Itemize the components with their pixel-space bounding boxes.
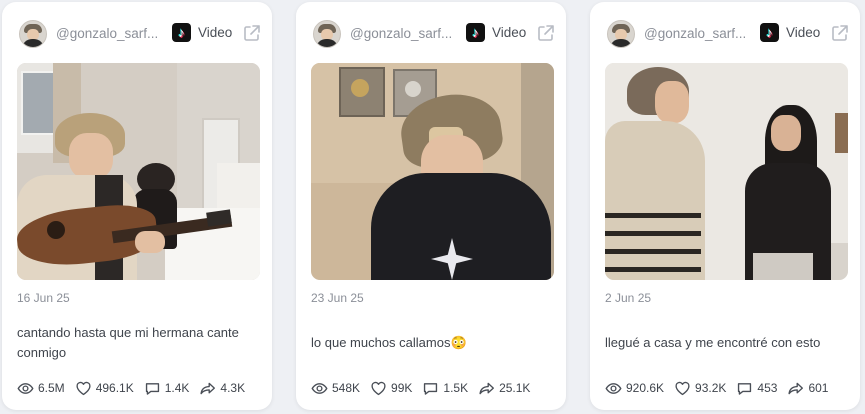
- likes-count: 496.1K: [95, 381, 134, 395]
- likes-stat: 99K: [370, 380, 412, 397]
- eye-icon: [605, 382, 622, 394]
- tiktok-icon: ♪: [172, 23, 191, 42]
- views-stat: 6.5M: [17, 380, 65, 397]
- views-count: 6.5M: [38, 381, 65, 395]
- avatar[interactable]: [313, 20, 341, 48]
- comments-count: 453: [757, 381, 778, 395]
- likes-count: 99K: [391, 381, 413, 395]
- avatar[interactable]: [607, 20, 635, 48]
- comments-stat: 1.4K: [144, 380, 190, 397]
- comments-stat: 1.5K: [422, 380, 468, 397]
- share-icon: [479, 382, 495, 394]
- video-thumbnail[interactable]: [605, 63, 848, 280]
- shares-stat: 25.1K: [478, 380, 530, 397]
- heart-icon: [76, 381, 91, 395]
- card-header: @gonzalo_sarf... ♪ Video: [312, 18, 554, 52]
- engagement-stats: 548K 99K 1.5K 25.1K: [311, 378, 540, 398]
- comments-count: 1.4K: [164, 381, 190, 395]
- tiktok-icon: ♪: [466, 23, 485, 42]
- post-date: 23 Jun 25: [311, 291, 364, 305]
- comments-count: 1.5K: [443, 381, 469, 395]
- shares-stat: 601: [787, 380, 828, 397]
- username-link[interactable]: @gonzalo_sarf...: [644, 26, 752, 41]
- external-link-icon[interactable]: [830, 23, 850, 43]
- shares-stat: 4.3K: [199, 380, 245, 397]
- engagement-stats: 920.6K 93.2K 453 601: [605, 378, 838, 398]
- heart-icon: [675, 381, 690, 395]
- video-type-label: Video: [198, 25, 233, 40]
- tiktok-icon: ♪: [760, 23, 779, 42]
- shares-count: 25.1K: [499, 381, 531, 395]
- eye-icon: [17, 382, 34, 394]
- shares-count: 4.3K: [220, 381, 246, 395]
- username-link[interactable]: @gonzalo_sarf...: [350, 26, 458, 41]
- comment-icon: [738, 382, 752, 395]
- share-icon: [200, 382, 216, 394]
- post-caption: llegué a casa y me encontré con esto: [605, 335, 821, 350]
- heart-icon: [371, 381, 386, 395]
- views-stat: 548K: [311, 380, 360, 397]
- video-thumbnail[interactable]: [311, 63, 554, 280]
- username-link[interactable]: @gonzalo_sarf...: [56, 26, 164, 41]
- comment-icon: [424, 382, 438, 395]
- share-icon: [788, 382, 804, 394]
- video-card[interactable]: @gonzalo_sarf... ♪ Video 16 Jun 25 canta…: [2, 2, 272, 410]
- views-stat: 920.6K: [605, 380, 664, 397]
- likes-count: 93.2K: [695, 381, 727, 395]
- views-count: 920.6K: [626, 381, 665, 395]
- external-link-icon[interactable]: [242, 23, 262, 43]
- card-header: @gonzalo_sarf... ♪ Video: [606, 18, 848, 52]
- external-link-icon[interactable]: [536, 23, 556, 43]
- post-caption: cantando hasta que mi hermana cante conm…: [17, 325, 239, 360]
- comments-stat: 453: [736, 380, 777, 397]
- video-type-label: Video: [786, 25, 821, 40]
- video-card[interactable]: @gonzalo_sarf... ♪ Video 23 Jun 25 lo qu…: [296, 2, 566, 410]
- views-count: 548K: [332, 381, 361, 395]
- engagement-stats: 6.5M 496.1K 1.4K 4.3K: [17, 378, 255, 398]
- post-date: 2 Jun 25: [605, 291, 652, 305]
- avatar[interactable]: [19, 20, 47, 48]
- video-thumbnail[interactable]: [17, 63, 260, 280]
- card-header: @gonzalo_sarf... ♪ Video: [18, 18, 260, 52]
- post-caption: lo que muchos callamos😳: [311, 335, 467, 350]
- likes-stat: 496.1K: [75, 380, 134, 397]
- post-date: 16 Jun 25: [17, 291, 70, 305]
- comment-icon: [145, 382, 159, 395]
- video-card[interactable]: @gonzalo_sarf... ♪ Video 2 Jun 25 llegué…: [590, 2, 860, 410]
- likes-stat: 93.2K: [674, 380, 726, 397]
- shares-count: 601: [808, 381, 829, 395]
- eye-icon: [311, 382, 328, 394]
- video-type-label: Video: [492, 25, 527, 40]
